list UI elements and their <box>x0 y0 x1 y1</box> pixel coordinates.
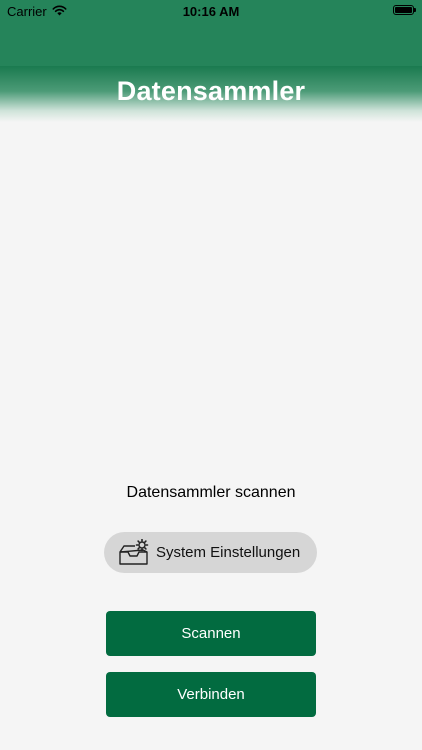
page-title: Datensammler <box>116 76 306 106</box>
system-settings-button[interactable]: System Einstellungen <box>104 532 317 573</box>
battery-fill <box>395 7 412 13</box>
scan-button[interactable]: Scannen <box>106 611 316 656</box>
scan-prompt-label: Datensammler scannen <box>126 484 296 501</box>
status-bar: Carrier 10:16 AM <box>0 0 422 24</box>
tray-gear-icon <box>118 538 150 568</box>
status-time: 10:16 AM <box>182 4 240 19</box>
battery-icon <box>393 5 416 15</box>
system-settings-label: System Einstellungen <box>156 544 301 561</box>
connect-button[interactable]: Verbinden <box>106 672 316 717</box>
